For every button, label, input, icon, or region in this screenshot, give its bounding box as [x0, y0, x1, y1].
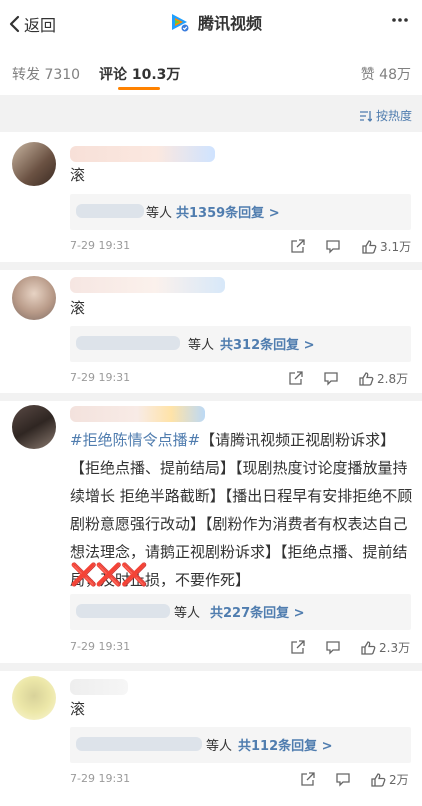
- page-title: 腾讯视频: [198, 14, 263, 33]
- reply-count-link[interactable]: 共1359条回复 >: [176, 202, 280, 221]
- share-button[interactable]: [288, 370, 304, 386]
- divider: [0, 393, 422, 401]
- share-icon: [301, 772, 315, 786]
- timestamp: 7-29 19:31: [70, 371, 131, 384]
- reply-summary[interactable]: 等人 共227条回复 >: [70, 594, 411, 630]
- like-count: 3.1万: [380, 240, 412, 254]
- timestamp: 7-29 19:31: [70, 772, 131, 785]
- share-button[interactable]: [290, 639, 306, 655]
- thumbs-up-icon: [359, 371, 374, 386]
- comment-icon: [326, 240, 340, 254]
- username-blurred[interactable]: [70, 146, 215, 162]
- sort-by-heat-button[interactable]: 按热度: [359, 107, 412, 124]
- comment-button[interactable]: [323, 370, 339, 386]
- back-label: 返回: [24, 16, 57, 35]
- comment-button[interactable]: [325, 639, 341, 655]
- tab-comment[interactable]: 评论 10.3万: [99, 64, 180, 84]
- share-button[interactable]: [290, 238, 306, 254]
- comment-button[interactable]: [335, 771, 351, 787]
- account-header[interactable]: 腾讯视频: [168, 10, 262, 34]
- cross-mark-icons: ❌❌❌: [70, 563, 148, 588]
- back-button[interactable]: 返回: [8, 12, 56, 36]
- comment-icon: [326, 641, 340, 655]
- like-count: 2.3万: [379, 641, 411, 655]
- share-icon: [289, 371, 303, 385]
- reply-count-link[interactable]: 共112条回复 >: [238, 735, 333, 754]
- timestamp: 7-29 19:31: [70, 640, 131, 653]
- comment-icon: [324, 372, 338, 386]
- like-button[interactable]: 2.8万: [358, 370, 408, 387]
- share-icon: [291, 239, 305, 253]
- like-button[interactable]: 3.1万: [361, 238, 411, 255]
- avatar[interactable]: [12, 276, 56, 320]
- reply-summary[interactable]: 等人 共112条回复 >: [70, 727, 411, 763]
- sort-label: 按热度: [375, 109, 412, 123]
- comment-text: 滚: [70, 166, 86, 184]
- comment-icon: [336, 773, 350, 787]
- comment-button[interactable]: [325, 238, 341, 254]
- tab-like[interactable]: 赞 48万: [361, 64, 411, 84]
- reply-count-link[interactable]: 共227条回复 >: [210, 602, 305, 621]
- thumbs-up-icon: [362, 239, 377, 254]
- chevron-left-icon: [9, 15, 20, 33]
- sort-icon: [359, 110, 372, 122]
- avatar[interactable]: [12, 405, 56, 449]
- username-blurred[interactable]: [70, 277, 225, 293]
- avatar[interactable]: [12, 676, 56, 720]
- reply-count-link[interactable]: 共312条回复 >: [220, 334, 315, 353]
- tencent-video-logo-icon: [168, 11, 190, 33]
- share-button[interactable]: [300, 771, 316, 787]
- thumbs-up-icon: [371, 772, 386, 787]
- tab-repost[interactable]: 转发 7310: [12, 64, 80, 84]
- comment-text: 滚: [70, 299, 86, 317]
- like-count: 2.8万: [377, 372, 409, 386]
- username-blurred[interactable]: [70, 406, 205, 422]
- like-count: 2万: [389, 773, 409, 787]
- thumbs-up-icon: [361, 640, 376, 655]
- more-options-icon[interactable]: [390, 10, 410, 30]
- share-icon: [291, 640, 305, 654]
- like-button[interactable]: 2.3万: [360, 639, 410, 656]
- divider: [0, 663, 422, 671]
- avatar[interactable]: [12, 142, 56, 186]
- reply-summary[interactable]: 等人 共1359条回复 >: [70, 194, 411, 230]
- comment-text: 滚: [70, 700, 86, 718]
- topic-hashtag[interactable]: #拒绝陈情令点播#: [70, 431, 200, 449]
- username-blurred[interactable]: [70, 679, 128, 695]
- like-button[interactable]: 2万: [370, 771, 409, 788]
- timestamp: 7-29 19:31: [70, 239, 131, 252]
- reply-summary[interactable]: 等人 共312条回复 >: [70, 326, 411, 362]
- divider: [0, 262, 422, 270]
- active-tab-indicator: [118, 87, 160, 90]
